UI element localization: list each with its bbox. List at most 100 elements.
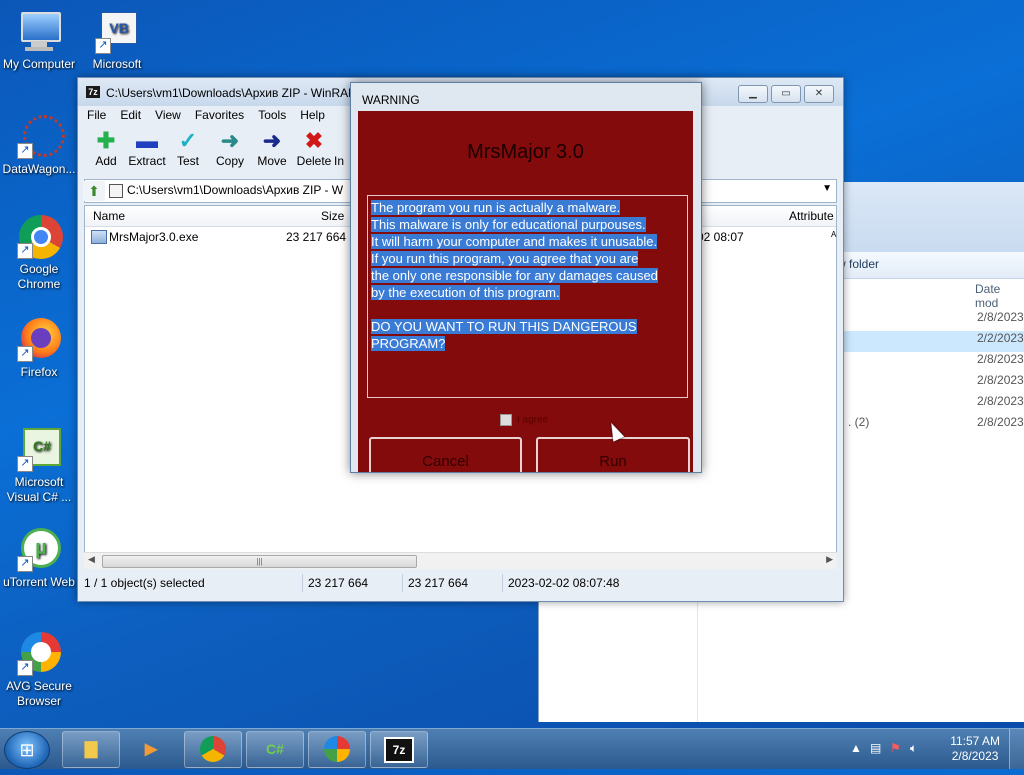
- chrome-icon: [200, 736, 226, 762]
- network-icon[interactable]: ▤: [870, 741, 881, 755]
- desktop-icon-google-chrome[interactable]: ↗ Google Chrome: [0, 215, 78, 292]
- status-size: 23 217 664: [308, 576, 369, 590]
- menu-edit[interactable]: Edit: [117, 108, 144, 122]
- menu-view[interactable]: View: [152, 108, 184, 122]
- shortcut-arrow-icon: ↗: [95, 38, 111, 54]
- visual-csharp-icon: C#: [266, 741, 284, 757]
- action-center-icon[interactable]: ⚑: [890, 741, 901, 755]
- desktop-icon-visual-csharp[interactable]: C# ↗ Microsoft Visual C# ...: [0, 428, 78, 505]
- desktop-icon-label: Google Chrome: [17, 262, 61, 291]
- dialog-title: WARNING: [362, 93, 420, 107]
- column-header-date[interactable]: Date mod: [975, 282, 1024, 310]
- scrollbar-thumb[interactable]: |||: [102, 555, 417, 568]
- status-selected: 1 / 1 object(s) selected: [84, 576, 205, 590]
- add-icon: ✚: [96, 128, 116, 153]
- shortcut-arrow-icon: ↗: [17, 243, 33, 259]
- desktop-icon-label: Firefox: [20, 365, 58, 379]
- taskbar-7zip[interactable]: 7z: [370, 731, 428, 768]
- chevron-down-icon[interactable]: ▼: [822, 183, 832, 194]
- scroll-left-icon[interactable]: ◀: [88, 554, 95, 565]
- windows-logo-icon: ⊞: [19, 740, 35, 760]
- computer-icon: [17, 10, 61, 54]
- taskbar: ⊞ ▇ ▶ C# 7z ▲ ▤ ⚑ 🔈︎ 11:57 AM 2/8/2023: [0, 728, 1024, 769]
- menu-help[interactable]: Help: [297, 108, 328, 122]
- show-desktop-button[interactable]: [1009, 729, 1024, 769]
- exe-file-icon: [91, 230, 107, 244]
- winrar-app-icon: 7z: [86, 86, 100, 98]
- file-size: 23 217 664: [286, 230, 347, 244]
- maximize-button[interactable]: ▭: [771, 85, 801, 103]
- warning-heading: MrsMajor 3.0: [467, 141, 584, 163]
- visual-basic-icon: VB ↗: [95, 10, 139, 54]
- agree-label: I agree: [517, 414, 549, 426]
- desktop-icon-microsoft-vb[interactable]: VB ↗ Microsoft: [78, 10, 156, 72]
- taskbar-explorer[interactable]: ▇: [62, 731, 120, 768]
- volume-icon[interactable]: 🔈︎: [910, 741, 917, 756]
- datawagon-icon: ↗: [17, 115, 65, 159]
- menu-bar: File Edit View Favorites Tools Help: [84, 108, 336, 126]
- horizontal-scrollbar[interactable]: ◀ ||| ▶: [84, 552, 837, 569]
- file-date: 2/8/2023: [977, 310, 1024, 324]
- run-button[interactable]: Run: [536, 437, 690, 472]
- status-bar: 1 / 1 object(s) selected 23 217 664 23 2…: [84, 572, 837, 594]
- checkbox-box[interactable]: [500, 414, 512, 426]
- address-path: C:\Users\vm1\Downloads\Архив ZIP - W: [127, 183, 344, 197]
- copy-button[interactable]: ➜ Copy: [208, 128, 252, 168]
- agree-checkbox[interactable]: I agree: [500, 414, 548, 426]
- warning-textbox[interactable]: The program you run is actually a malwar…: [367, 195, 688, 398]
- taskbar-media-player[interactable]: ▶: [122, 731, 180, 768]
- start-button[interactable]: ⊞: [4, 731, 50, 769]
- warning-dialog[interactable]: WARNING MrsMajor 3.0 The program you run…: [350, 82, 702, 473]
- desktop-icon-utorrent-web[interactable]: µ ↗ uTorrent Web: [0, 528, 78, 590]
- status-packed: 23 217 664: [408, 576, 469, 590]
- column-header-name[interactable]: Name: [93, 209, 125, 223]
- shortcut-arrow-icon: ↗: [17, 660, 33, 676]
- desktop-icon-label: uTorrent Web: [3, 575, 75, 589]
- desktop-icon-label: My Computer: [2, 57, 76, 71]
- extract-button[interactable]: ▬ Extract: [125, 128, 169, 168]
- desktop-icon-label: DataWagon...: [2, 162, 76, 176]
- desktop-icon-firefox[interactable]: ↗ Firefox: [0, 318, 78, 380]
- window-title: C:\Users\vm1\Downloads\Архив ZIP - WinRA…: [106, 86, 357, 100]
- visual-csharp-icon: C# ↗: [17, 428, 61, 472]
- column-header-attributes[interactable]: Attribute: [789, 209, 834, 223]
- file-date: 2/8/2023: [977, 415, 1024, 429]
- add-button[interactable]: ✚ Add: [84, 128, 128, 168]
- warning-text: The program you run is actually a malwar…: [371, 200, 658, 351]
- file-modified: 02 08:07: [697, 230, 744, 244]
- shortcut-arrow-icon: ↗: [17, 556, 33, 572]
- test-button[interactable]: ✓ Test: [166, 128, 210, 168]
- media-player-icon: ▶: [144, 741, 158, 758]
- chrome-icon: ↗: [17, 215, 63, 259]
- status-date: 2023-02-02 08:07:48: [508, 576, 620, 590]
- column-header-size[interactable]: Size: [321, 209, 344, 223]
- move-button[interactable]: ➜ Move: [250, 128, 294, 168]
- cancel-button[interactable]: Cancel: [369, 437, 522, 472]
- warning-panel: MrsMajor 3.0 The program you run is actu…: [358, 111, 693, 472]
- show-hidden-icons-icon[interactable]: ▲: [850, 741, 862, 755]
- scroll-right-icon[interactable]: ▶: [826, 554, 833, 565]
- clock[interactable]: 11:57 AM 2/8/2023: [950, 734, 1000, 764]
- menu-favorites[interactable]: Favorites: [192, 108, 247, 122]
- explorer-icon: ▇: [84, 741, 98, 758]
- close-button[interactable]: ✕: [804, 85, 834, 103]
- move-icon: ➜: [262, 128, 282, 153]
- up-folder-icon[interactable]: ⬆: [83, 181, 105, 201]
- minimize-button[interactable]: ▁: [738, 85, 768, 103]
- menu-file[interactable]: File: [84, 108, 109, 122]
- utorrent-icon: µ ↗: [17, 528, 61, 572]
- taskbar-chrome[interactable]: [184, 731, 242, 768]
- 7zip-icon: 7z: [384, 737, 414, 763]
- menu-tools[interactable]: Tools: [255, 108, 289, 122]
- copy-icon: ➜: [220, 128, 240, 153]
- desktop-icon-datawagon[interactable]: ↗ DataWagon...: [0, 115, 78, 177]
- desktop-icon-my-computer[interactable]: My Computer: [0, 10, 78, 72]
- avg-browser-icon: ↗: [17, 632, 61, 676]
- shortcut-arrow-icon: ↗: [17, 346, 33, 362]
- clock-date: 2/8/2023: [951, 749, 999, 763]
- taskbar-visual-csharp[interactable]: C#: [246, 731, 304, 768]
- taskbar-avg-browser[interactable]: [308, 731, 366, 768]
- desktop-icon-label: Microsoft Visual C# ...: [6, 475, 72, 504]
- desktop-icon-avg-browser[interactable]: ↗ AVG Secure Browser: [0, 632, 78, 709]
- file-date: 2/2/2023: [977, 331, 1024, 345]
